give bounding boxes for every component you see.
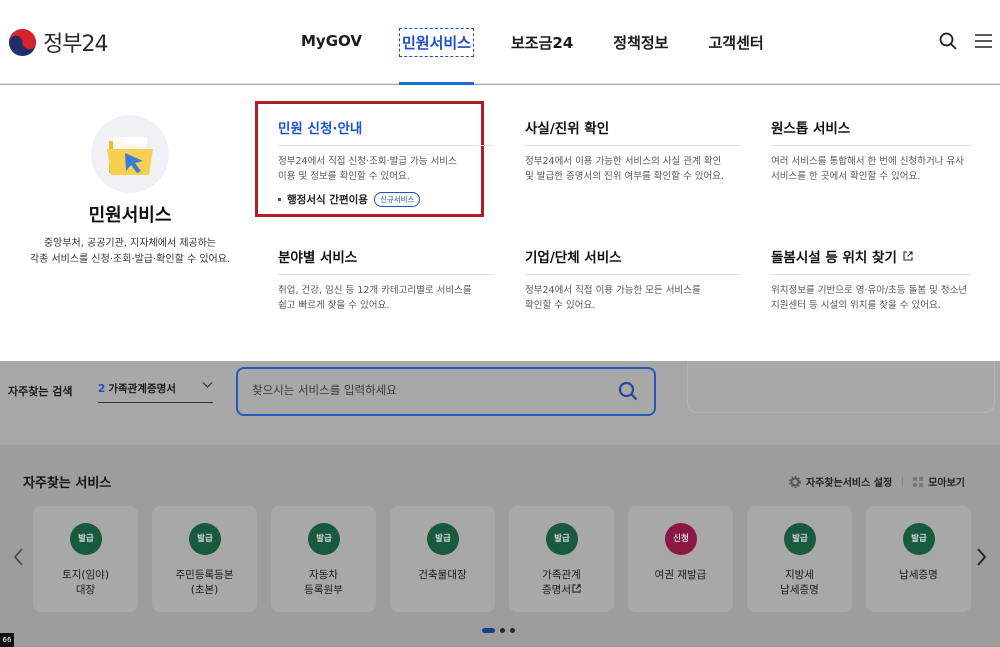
carousel-pagination: [482, 628, 515, 633]
nav-customer-center[interactable]: 고객센터: [707, 30, 764, 55]
gear-icon: [788, 475, 801, 488]
taegeuk-logo-icon: [8, 28, 37, 56]
menu-onestop-title[interactable]: 원스톱 서비스: [771, 117, 971, 146]
chevron-down-icon: [202, 382, 213, 388]
search-icon[interactable]: [939, 32, 957, 50]
service-card-label-wrap: 가족관계 증명서: [509, 568, 614, 598]
service-card-family-relation[interactable]: 발급 가족관계 증명서: [509, 506, 614, 612]
issue-tag: 발급: [70, 523, 102, 555]
service-card-passport-reissue[interactable]: 신청 여권 재발급: [628, 506, 733, 612]
service-card-resident-register[interactable]: 발급 주민등록등본 (초본): [152, 506, 257, 612]
issue-tag: 발급: [308, 523, 340, 555]
pagination-dot-1[interactable]: [482, 628, 495, 633]
logo[interactable]: 정부24: [8, 26, 108, 58]
external-link-icon: [572, 584, 581, 593]
service-card-label: 토지(임야) 대장: [62, 569, 109, 596]
menu-civil-apply[interactable]: 민원 신청·안내 정부24에서 직접 신청·조회·발급 가능 서비스 이용 및 …: [278, 117, 493, 207]
frequent-search-value-wrap: 2 가족관계증명서: [98, 381, 176, 396]
logo-text: 정부24: [43, 32, 108, 57]
new-service-badge: 신규서비스: [373, 192, 421, 207]
service-card-label: 지방세 납세증명: [780, 569, 819, 596]
issue-tag: 발급: [427, 523, 459, 555]
menu-fact-check-title[interactable]: 사실/진위 확인: [525, 117, 740, 146]
menu-fact-check[interactable]: 사실/진위 확인 정부24에서 이용 가능한 서비스의 사실 관계 확인 및 발…: [525, 117, 740, 184]
frequent-search-select[interactable]: 2 가족관계증명서: [98, 381, 213, 403]
collect-view-button[interactable]: 모아보기: [913, 474, 965, 489]
menu-care-location-title[interactable]: 돌봄시설 등 위치 찾기: [771, 246, 897, 266]
frequent-services-section: 자주찾는 서비스 자주찾는서비스 설정 모아보기 발급 토지(임야) 대장 발급…: [0, 445, 1000, 647]
nav-policy-info[interactable]: 정책정보: [612, 30, 669, 55]
prev-arrow-icon[interactable]: [12, 547, 24, 567]
bullet-icon: [278, 198, 281, 201]
frequent-services-actions: 자주찾는서비스 설정 모아보기: [788, 474, 965, 489]
external-link-icon: [903, 251, 913, 261]
site-header: 정부24 MyGOV 민원서비스 보조금24 정책정보 고객센터: [0, 0, 1000, 85]
grid-icon: [913, 476, 924, 487]
search-input[interactable]: [252, 383, 592, 397]
corner-badge: 66: [0, 633, 14, 647]
divider: [902, 476, 904, 487]
service-card-label: 주민등록등본 (초본): [175, 569, 234, 596]
issue-tag: 발급: [784, 523, 816, 555]
menu-care-location-desc: 위치정보를 기반으로 영·유아/초등 돌봄 및 청소년 지원센터 등 시설의 위…: [771, 285, 968, 311]
folder-icon: [107, 137, 153, 175]
menu-civil-apply-desc: 정부24에서 직접 신청·조회·발급 가능 서비스 이용 및 정보를 확인할 수…: [278, 156, 457, 182]
menu-civil-apply-title[interactable]: 민원 신청·안내: [278, 117, 493, 146]
menu-category-service-desc: 취업, 건강, 임신 등 12개 카테고리별로 서비스를 쉽고 빠르게 찾을 수…: [278, 285, 472, 311]
service-card-building-register[interactable]: 발급 건축물대장: [390, 506, 495, 612]
search-box: [236, 367, 656, 416]
service-card-vehicle-register[interactable]: 발급 자동차 등록원부: [271, 506, 376, 612]
megamenu-title: 민원서비스: [88, 205, 172, 226]
page-background: 자주찾는 검색 2가족관계증명서 자주찾는 서비스 자주찾는서비스 설정: [0, 351, 1000, 647]
pagination-dot-2[interactable]: [500, 628, 505, 633]
settings-button[interactable]: 자주찾는서비스 설정: [788, 474, 893, 489]
main-nav: MyGOV 민원서비스 보조금24 정책정보 고객센터: [300, 28, 803, 85]
service-card-label: 건축물대장: [418, 569, 467, 581]
issue-tag: 발급: [903, 523, 935, 555]
menu-onestop[interactable]: 원스톱 서비스 여러 서비스를 통합해서 한 번에 신청하거나 유사 서비스를 …: [771, 117, 971, 184]
next-arrow-icon[interactable]: [976, 547, 988, 567]
folder-cursor-illustration: [91, 115, 169, 193]
menu-business-service-title[interactable]: 기업/단체 서비스: [525, 246, 740, 275]
nav-mygov[interactable]: MyGOV: [300, 30, 363, 55]
menu-business-service[interactable]: 기업/단체 서비스 정부24에서 직접 이용 가능한 모든 서비스를 확인할 수…: [525, 246, 740, 313]
menu-fact-check-desc: 정부24에서 이용 가능한 서비스의 사실 관계 확인 및 발급한 증명서의 진…: [525, 156, 724, 182]
service-card-local-tax[interactable]: 발급 지방세 납세증명: [747, 506, 852, 612]
menu-care-location[interactable]: 돌봄시설 등 위치 찾기 위치정보를 기반으로 영·유아/초등 돌봄 및 청소년…: [771, 246, 971, 313]
menu-category-service[interactable]: 분야별 서비스 취업, 건강, 임신 등 12개 카테고리별로 서비스를 쉽고 …: [278, 246, 493, 313]
settings-label: 자주찾는서비스 설정: [805, 478, 893, 489]
service-cards: 발급 토지(임야) 대장 발급 주민등록등본 (초본) 발급 자동차 등록원부 …: [33, 506, 971, 612]
menu-onestop-desc: 여러 서비스를 통합해서 한 번에 신청하거나 유사 서비스를 한 곳에서 확인…: [771, 156, 964, 182]
megamenu-description: 중앙부처, 공공기관, 지자체에서 제공하는 각종 서비스를 신청·조회·발급·…: [29, 238, 231, 265]
apply-tag: 신청: [665, 523, 697, 555]
menu-business-service-desc: 정부24에서 직접 이용 가능한 모든 서비스를 확인할 수 있어요.: [525, 285, 701, 311]
menu-icon[interactable]: [975, 33, 992, 49]
frequent-search-rank: 2: [98, 383, 106, 395]
service-card-label: 여권 재발급: [654, 569, 707, 581]
issue-tag: 발급: [189, 523, 221, 555]
search-submit-icon[interactable]: [618, 381, 638, 401]
menu-care-location-title-wrap[interactable]: 돌봄시설 등 위치 찾기: [771, 246, 971, 275]
issue-tag: 발급: [546, 523, 578, 555]
service-card-label: 자동차 등록원부: [304, 569, 343, 596]
mega-menu: 민원서비스 중앙부처, 공공기관, 지자체에서 제공하는 각종 서비스를 신청·…: [0, 85, 1000, 361]
header-icons: [939, 32, 992, 50]
nav-subsidy24[interactable]: 보조금24: [510, 30, 574, 55]
menu-category-service-title[interactable]: 분야별 서비스: [278, 246, 493, 275]
service-card-label: 납세증명: [899, 569, 938, 581]
service-card-tax-payment[interactable]: 발급 납세증명: [866, 506, 971, 612]
frequent-services-title: 자주찾는 서비스: [23, 476, 112, 491]
menu-form-simple-use[interactable]: 행정서식 간편이용 신규서비스: [278, 192, 493, 207]
frequent-search-value: 가족관계증명서: [108, 383, 176, 395]
search-row: 자주찾는 검색 2 가족관계증명서: [8, 382, 213, 403]
form-simple-use-label[interactable]: 행정서식 간편이용: [287, 192, 368, 207]
collect-view-label: 모아보기: [928, 478, 965, 489]
pagination-dot-3[interactable]: [510, 628, 515, 633]
service-card-land-register[interactable]: 발급 토지(임야) 대장: [33, 506, 138, 612]
nav-civil-service[interactable]: 민원서비스: [398, 28, 475, 85]
frequent-search-label: 자주찾는 검색: [8, 385, 73, 398]
